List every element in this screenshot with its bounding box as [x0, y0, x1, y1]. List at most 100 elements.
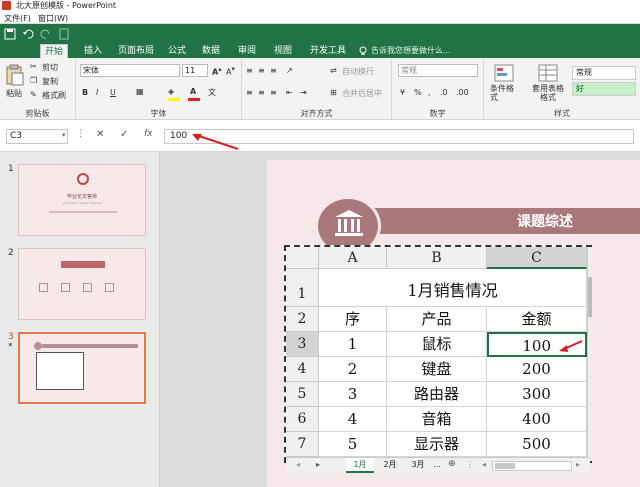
merge-center-button[interactable]: 合并后居中: [342, 88, 382, 99]
comma-icon[interactable]: ,: [428, 88, 431, 97]
name-box-dropdown-icon[interactable]: ▾: [62, 131, 66, 139]
border-icon[interactable]: ▦: [136, 87, 144, 96]
select-all-corner[interactable]: [286, 247, 319, 269]
tab-split-icon[interactable]: ⋮: [466, 460, 474, 469]
paste-icon[interactable]: [6, 64, 24, 86]
sheet-tab-jan[interactable]: 1月: [346, 458, 374, 473]
copy-button[interactable]: 复制: [42, 76, 58, 87]
vertical-scroll-thumb[interactable]: [588, 277, 592, 317]
row-header-2[interactable]: 2: [286, 307, 319, 332]
phonetic-icon[interactable]: 文: [208, 87, 216, 98]
insert-function-button[interactable]: fx: [144, 129, 153, 139]
row-header-4[interactable]: 4: [286, 357, 319, 382]
drag-handle-icon[interactable]: ⋮: [76, 129, 85, 139]
align-left-icon[interactable]: ≡: [246, 88, 253, 97]
conditional-format-button[interactable]: 条件格式: [490, 84, 520, 102]
table-cell[interactable]: 2: [319, 357, 387, 382]
tab-view[interactable]: 视图: [270, 44, 296, 58]
save-icon[interactable]: [4, 28, 16, 40]
decrease-decimal-icon[interactable]: .00: [456, 88, 469, 97]
align-right-icon[interactable]: ≡: [270, 88, 277, 97]
redo-icon[interactable]: [40, 28, 52, 40]
number-format-select[interactable]: 常规: [398, 64, 478, 77]
row-header-1[interactable]: 1: [286, 269, 319, 307]
align-top-icon[interactable]: ≡: [246, 66, 253, 75]
row-header-6[interactable]: 6: [286, 407, 319, 432]
slide-thumbnail-3[interactable]: [18, 332, 146, 404]
horizontal-scrollbar[interactable]: [492, 461, 572, 471]
header-cell-index[interactable]: 序: [319, 307, 387, 332]
header-cell-product[interactable]: 产品: [387, 307, 487, 332]
tab-home[interactable]: 开始: [40, 44, 69, 58]
tab-data[interactable]: 数据: [198, 44, 224, 58]
copy-icon[interactable]: ❐: [30, 76, 37, 85]
column-header-a[interactable]: A: [319, 247, 387, 269]
sheet-tab-feb[interactable]: 2月: [378, 458, 402, 473]
table-cell[interactable]: 音箱: [387, 407, 487, 432]
table-cell[interactable]: 4: [319, 407, 387, 432]
tab-formulas[interactable]: 公式: [164, 44, 190, 58]
cut-button[interactable]: 剪切: [42, 62, 58, 73]
wrap-text-button[interactable]: 自动换行: [342, 66, 374, 77]
italic-button[interactable]: I: [96, 88, 98, 97]
enter-button[interactable]: ✓: [120, 129, 128, 140]
wrap-text-icon[interactable]: ⇌: [330, 66, 337, 75]
horizontal-scroll-thumb[interactable]: [495, 463, 515, 469]
print-preview-icon[interactable]: [58, 28, 70, 40]
name-box[interactable]: C3: [6, 129, 68, 144]
vertical-scrollbar[interactable]: [587, 247, 592, 461]
increase-indent-icon[interactable]: ⇥: [300, 88, 307, 97]
cut-icon[interactable]: ✂: [30, 62, 37, 71]
format-painter-icon[interactable]: ✎: [30, 90, 37, 99]
style-normal[interactable]: 常规: [572, 66, 636, 80]
percent-icon[interactable]: %: [414, 88, 422, 97]
scroll-left-icon[interactable]: ◂: [482, 460, 486, 469]
grow-font-button[interactable]: A▴: [212, 65, 222, 77]
tab-insert[interactable]: 插入: [80, 44, 106, 58]
menu-file[interactable]: 文件(F): [4, 13, 31, 24]
style-good[interactable]: 好: [572, 82, 636, 96]
orientation-icon[interactable]: ↗: [286, 66, 293, 75]
font-color-icon[interactable]: A: [190, 87, 196, 96]
next-sheet-icon[interactable]: ▸: [316, 460, 320, 469]
align-center-icon[interactable]: ≡: [258, 88, 265, 97]
add-sheet-icon[interactable]: ⊕: [448, 459, 456, 469]
row-header-7[interactable]: 7: [286, 432, 319, 457]
fill-color-icon[interactable]: ◈: [168, 87, 174, 96]
increase-decimal-icon[interactable]: .0: [440, 88, 448, 97]
column-header-b[interactable]: B: [387, 247, 487, 269]
table-cell[interactable]: 键盘: [387, 357, 487, 382]
scroll-right-icon[interactable]: ▸: [576, 460, 580, 469]
align-bottom-icon[interactable]: ≡: [270, 66, 277, 75]
table-cell[interactable]: 显示器: [387, 432, 487, 457]
conditional-format-icon[interactable]: [494, 64, 514, 82]
decrease-indent-icon[interactable]: ⇤: [286, 88, 293, 97]
table-cell[interactable]: 路由器: [387, 382, 487, 407]
table-cell[interactable]: 1: [319, 332, 387, 357]
table-cell[interactable]: 鼠标: [387, 332, 487, 357]
font-name-select[interactable]: 宋体: [80, 64, 180, 77]
table-cell[interactable]: 400: [487, 407, 587, 432]
header-cell-amount[interactable]: 金额: [487, 307, 587, 332]
undo-icon[interactable]: [22, 28, 34, 40]
table-cell[interactable]: 5: [319, 432, 387, 457]
prev-sheet-icon[interactable]: ◂: [296, 460, 300, 469]
format-painter-button[interactable]: 格式刷: [42, 90, 66, 101]
tab-review[interactable]: 审阅: [234, 44, 260, 58]
table-cell[interactable]: 3: [319, 382, 387, 407]
sheet-title-cell[interactable]: 1月销售情况: [319, 269, 587, 307]
menu-window[interactable]: 窗口(W): [38, 13, 68, 24]
table-format-icon[interactable]: [538, 64, 558, 82]
table-cell[interactable]: 500: [487, 432, 587, 457]
merge-center-icon[interactable]: ⊞: [330, 88, 337, 97]
underline-button[interactable]: U: [110, 88, 116, 97]
sheet-tab-more[interactable]: ...: [430, 458, 444, 473]
tell-me-search[interactable]: 告诉我您想要做什么...: [371, 44, 451, 58]
tab-page-layout[interactable]: 页面布局: [114, 44, 158, 58]
slide-thumbnail-2[interactable]: [18, 248, 146, 320]
font-size-select[interactable]: 11: [182, 64, 208, 77]
bold-button[interactable]: B: [82, 88, 88, 97]
table-cell[interactable]: 300: [487, 382, 587, 407]
align-middle-icon[interactable]: ≡: [258, 66, 265, 75]
row-header-5[interactable]: 5: [286, 382, 319, 407]
